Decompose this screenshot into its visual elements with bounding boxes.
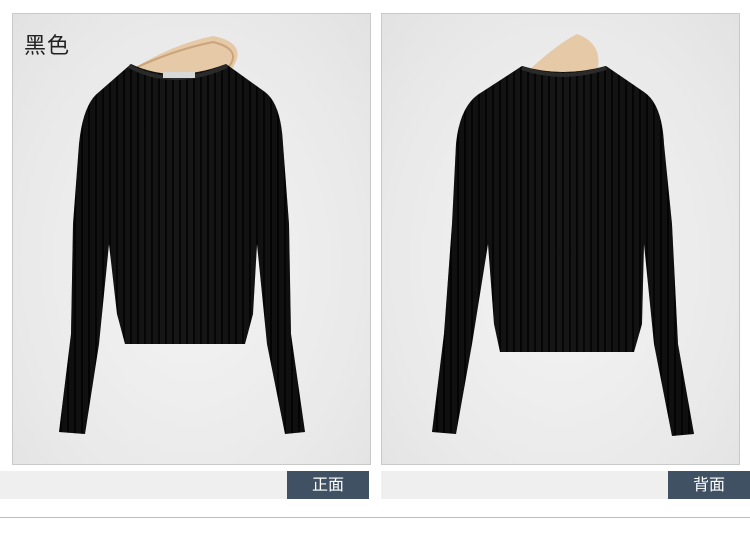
back-caption: 背面 <box>668 471 750 499</box>
front-caption: 正面 <box>287 471 369 499</box>
divider <box>0 517 750 518</box>
front-caption-bar: 正面 <box>0 471 369 499</box>
front-sweater-image <box>59 36 305 434</box>
back-view-panel <box>381 13 740 465</box>
color-label: 黑色 <box>24 34 71 59</box>
back-sweater-image <box>432 34 694 436</box>
neck-label <box>163 72 195 78</box>
front-view-panel: 黑色 <box>12 13 371 465</box>
back-caption-bar: 背面 <box>381 471 750 499</box>
hanger <box>527 34 599 74</box>
